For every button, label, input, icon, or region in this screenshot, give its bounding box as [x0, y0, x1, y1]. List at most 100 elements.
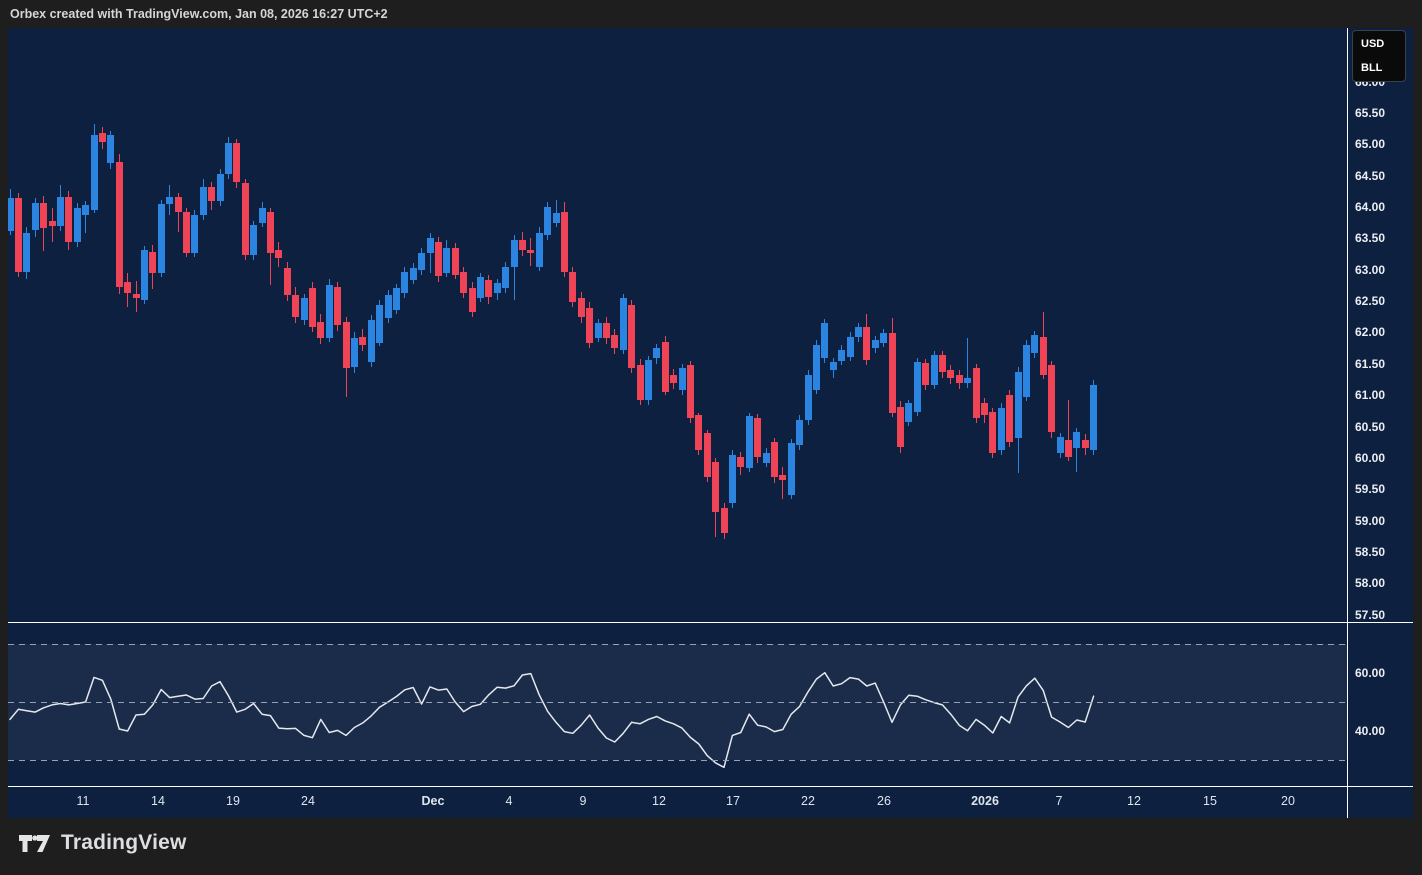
candle — [275, 250, 282, 258]
candle — [502, 267, 509, 288]
time-axis-label: 2026 — [971, 794, 999, 808]
candle — [351, 338, 358, 367]
candle — [679, 368, 686, 390]
time-axis-label: 17 — [726, 794, 740, 808]
candle — [410, 268, 417, 280]
price-axis-label: 60.50 — [1355, 419, 1385, 435]
price-axis-label: 63.50 — [1355, 230, 1385, 246]
candle — [620, 298, 627, 350]
candle — [418, 253, 425, 270]
price-axis-label: 58.50 — [1355, 544, 1385, 560]
candle — [1048, 365, 1055, 432]
candle — [712, 462, 719, 512]
candle — [947, 370, 954, 378]
candle — [116, 162, 123, 287]
price-axis-label: 64.50 — [1355, 168, 1385, 184]
candle — [939, 355, 946, 372]
price-axis-label: 65.00 — [1355, 136, 1385, 152]
candle — [838, 350, 845, 361]
time-axis-label: 12 — [652, 794, 666, 808]
candle — [65, 197, 72, 242]
candle — [141, 250, 148, 300]
candle — [23, 233, 30, 272]
symbol-currency-label: USD — [1361, 38, 1384, 50]
candle — [687, 365, 694, 418]
candle — [1006, 395, 1013, 442]
candle-wick — [782, 467, 783, 498]
candle — [393, 288, 400, 310]
candle — [511, 240, 518, 267]
candle — [250, 225, 257, 255]
candle — [729, 455, 736, 503]
symbol-legend: USD BLL — [1352, 30, 1406, 82]
candle — [57, 197, 64, 226]
candle — [821, 323, 828, 358]
candle — [1065, 440, 1072, 458]
candle — [527, 250, 534, 253]
candle — [200, 187, 207, 215]
candle — [889, 333, 896, 413]
candle — [242, 183, 249, 254]
candle — [553, 213, 560, 223]
price-axis-label: 59.50 — [1355, 481, 1385, 497]
time-axis-label: 4 — [506, 794, 513, 808]
candle — [494, 283, 501, 293]
candle — [82, 205, 89, 215]
candle — [259, 208, 266, 223]
oscillator-axis-label: 60.00 — [1355, 665, 1385, 681]
candle — [124, 282, 131, 293]
candle — [830, 362, 837, 370]
candle — [208, 187, 215, 201]
candle — [855, 327, 862, 336]
candle — [158, 204, 165, 273]
candle — [427, 238, 434, 253]
candle — [317, 322, 324, 338]
candle — [233, 143, 240, 182]
candle — [385, 295, 392, 318]
candle — [662, 342, 669, 392]
time-axis-label: 12 — [1127, 794, 1141, 808]
pane-separator[interactable] — [8, 622, 1413, 623]
time-axis-label: 7 — [1056, 794, 1063, 808]
candle — [880, 333, 887, 343]
candle — [217, 174, 224, 200]
time-axis[interactable]: 11141924Dec491217222620267121520 — [8, 787, 1347, 818]
candle — [1057, 437, 1064, 453]
candle — [595, 323, 602, 338]
price-axis-label: 61.00 — [1355, 387, 1385, 403]
price-axis-label: 57.50 — [1355, 607, 1385, 623]
candle — [368, 320, 375, 362]
candle — [1090, 385, 1097, 450]
candle — [284, 268, 291, 295]
candle — [1073, 432, 1080, 448]
candle — [746, 416, 753, 467]
time-axis-label: 14 — [151, 794, 165, 808]
candle — [309, 288, 316, 327]
tradingview-logo-text: TradingView — [61, 831, 187, 855]
chart-attribution-text: Orbex created with TradingView.com, Jan … — [10, 7, 388, 21]
price-axis-label: 58.00 — [1355, 575, 1385, 591]
candle — [544, 207, 551, 235]
tradingview-logo[interactable]: TradingView — [18, 831, 187, 855]
candle — [763, 453, 770, 463]
candle — [998, 408, 1005, 450]
top-attribution-bar: Orbex created with TradingView.com, Jan … — [0, 0, 1422, 28]
candle — [796, 420, 803, 445]
price-axis[interactable]: 66.0065.5065.0064.5064.0063.5063.0062.50… — [1348, 28, 1413, 818]
price-axis-label: 65.50 — [1355, 105, 1385, 121]
oscillator-level-line — [8, 702, 1347, 703]
price-axis-label: 62.50 — [1355, 293, 1385, 309]
oscillator-level-line — [8, 644, 1347, 645]
candle — [267, 212, 274, 253]
candle — [603, 323, 610, 338]
oscillator-axis-label: 40.00 — [1355, 723, 1385, 739]
candle — [1015, 372, 1022, 438]
candle — [91, 135, 98, 210]
candle — [561, 212, 568, 272]
candle — [670, 375, 677, 383]
oscillator-level-line — [8, 760, 1347, 761]
footer-bar: TradingView — [0, 818, 1422, 875]
oscillator-pane[interactable] — [8, 623, 1347, 786]
price-pane[interactable] — [8, 28, 1347, 622]
candle — [863, 327, 870, 360]
